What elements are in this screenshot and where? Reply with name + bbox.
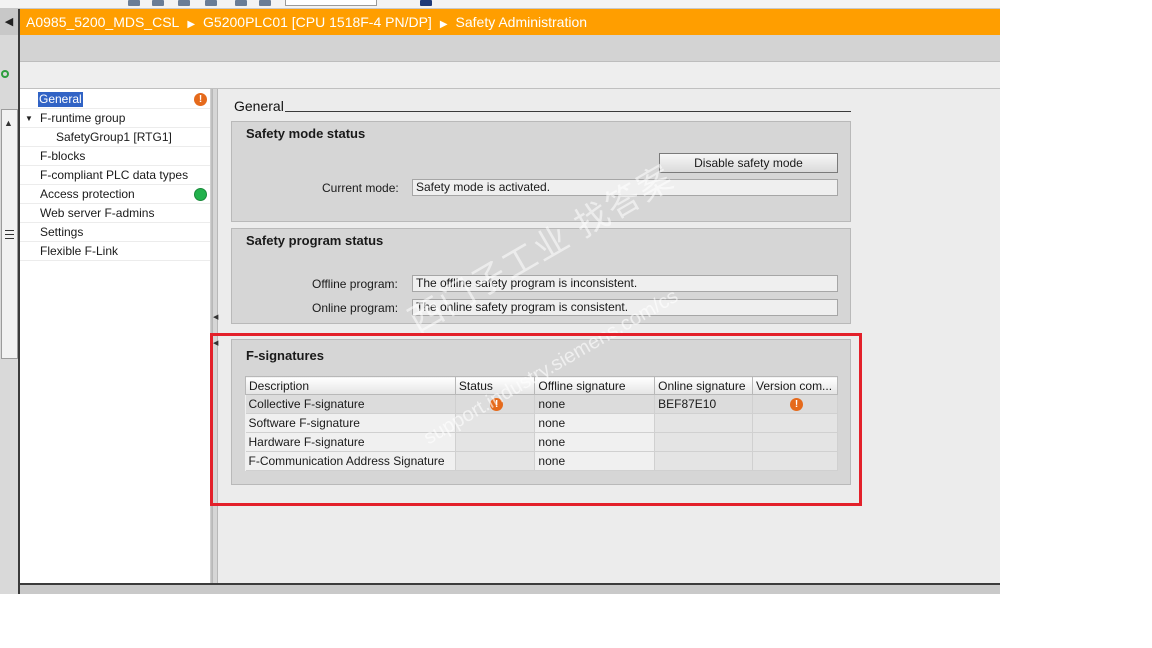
offline-program-field: The offline safety program is inconsiste… (412, 275, 838, 292)
safety-admin-navigation: General ! ▼ F-runtime group SafetyGroup1… (20, 89, 212, 583)
nav-item-label: Settings (40, 225, 84, 239)
nav-item-label: Flexible F-Link (40, 244, 119, 258)
group-title: F-signatures (246, 348, 325, 363)
breadcrumb-item-plc[interactable]: G5200PLC01 [CPU 1518F-4 PN/DP] (203, 14, 432, 30)
nav-item-settings[interactable]: Settings (20, 223, 210, 242)
cell-status (455, 432, 536, 452)
scroll-up-icon[interactable]: ▲ (4, 118, 13, 128)
toolbar-icon[interactable] (205, 0, 217, 6)
cell-version-compare (752, 451, 838, 471)
safety-admin-content: General Safety mode status Disable safet… (219, 89, 1000, 583)
safety-mode-status-group: Safety mode status Disable safety mode C… (231, 121, 851, 222)
table-row[interactable]: F-Communication Address Signature none (245, 451, 838, 471)
expand-arrow-icon[interactable]: ▼ (25, 109, 33, 128)
editor-toolbar (20, 62, 1000, 89)
nav-item-web-server-f-admins[interactable]: Web server F-admins (20, 204, 210, 223)
project-search-input[interactable] (285, 0, 377, 6)
panel-splitter[interactable]: ◀ ◀ (212, 89, 218, 583)
nav-item-label: Access protection (40, 187, 135, 201)
status-ok-icon (194, 188, 207, 201)
toolbar-icon[interactable] (259, 0, 271, 6)
project-tree-collapsed-bar: ◀ ▲ (0, 9, 20, 594)
group-title: Safety program status (246, 233, 384, 248)
cell-online-signature: BEF87E10 (654, 394, 754, 414)
project-tree-scrollbar[interactable]: ▲ (1, 109, 18, 359)
nav-item-general[interactable]: General ! (20, 90, 210, 109)
scroll-grip-icon[interactable] (5, 230, 14, 239)
warning-icon: ! (194, 93, 207, 106)
cell-version-compare: ! (752, 394, 838, 414)
page-title: General (234, 98, 284, 114)
online-program-field: The online safety program is consistent. (412, 299, 838, 316)
cell-offline-signature: none (534, 451, 656, 471)
cell-status (455, 413, 536, 433)
current-mode-field: Safety mode is activated. (412, 179, 838, 196)
nav-item-label: General (38, 92, 83, 107)
online-program-label: Online program: (312, 301, 399, 315)
collapse-arrow-icon[interactable]: ◀ (0, 9, 18, 35)
column-header-description[interactable]: Description (245, 376, 456, 395)
table-row[interactable]: Collective F-signature ! none BEF87E10 ! (245, 394, 838, 414)
cell-offline-signature: none (534, 432, 656, 452)
disable-safety-mode-button[interactable]: Disable safety mode (659, 153, 838, 173)
cell-version-compare (752, 432, 838, 452)
current-mode-label: Current mode: (322, 181, 399, 195)
nav-item-f-compliant-plc-data-types[interactable]: F-compliant PLC data types (20, 166, 210, 185)
nav-item-f-blocks[interactable]: F-blocks (20, 147, 210, 166)
cell-description: Hardware F-signature (245, 432, 456, 452)
f-signatures-group: F-signatures Description Status Offline … (231, 339, 851, 485)
column-header-version-compare[interactable]: Version com... (752, 376, 838, 395)
table-row[interactable]: Hardware F-signature none (245, 432, 838, 452)
heading-divider (285, 111, 851, 112)
cell-version-compare (752, 413, 838, 433)
cell-description: F-Communication Address Signature (245, 451, 456, 471)
nav-item-f-runtime-group[interactable]: ▼ F-runtime group (20, 109, 210, 128)
column-header-status[interactable]: Status (454, 376, 536, 395)
breadcrumb: A0985_5200_MDS_CSL ▶ G5200PLC01 [CPU 1518F… (20, 9, 1000, 35)
f-signatures-table: Description Status Offline signature Onl… (245, 376, 838, 471)
nav-item-label: SafetyGroup1 [RTG1] (56, 130, 172, 144)
cell-description: Software F-signature (245, 413, 456, 433)
status-column-divider (210, 89, 211, 583)
breadcrumb-item-safety-admin[interactable]: Safety Administration (456, 14, 588, 30)
cell-offline-signature: none (534, 413, 656, 433)
table-header-row: Description Status Offline signature Onl… (245, 376, 838, 395)
toolbar-icon[interactable] (420, 0, 432, 6)
splitter-arrow-icon[interactable]: ◀ (213, 313, 218, 321)
safety-program-status-group: Safety program status Offline program: T… (231, 228, 851, 324)
toolbar-icon[interactable] (178, 0, 190, 6)
status-bar (20, 583, 1000, 594)
nav-item-label: F-runtime group (40, 111, 126, 125)
refresh-icon[interactable] (0, 65, 10, 83)
nav-item-access-protection[interactable]: Access protection (20, 185, 210, 204)
offline-program-label: Offline program: (312, 277, 398, 291)
nav-item-label: F-compliant PLC data types (40, 168, 189, 182)
editor-tab-bar (20, 35, 1000, 62)
table-row[interactable]: Software F-signature none (245, 413, 838, 433)
toolbar-icon[interactable] (128, 0, 140, 6)
nav-item-label: F-blocks (40, 149, 86, 163)
cell-online-signature (654, 413, 754, 433)
column-header-online-signature[interactable]: Online signature (654, 376, 754, 395)
nav-item-safetygroup1[interactable]: SafetyGroup1 [RTG1] (20, 128, 210, 147)
column-header-offline-signature[interactable]: Offline signature (534, 376, 656, 395)
cell-description: Collective F-signature (245, 394, 456, 414)
cell-status (455, 451, 536, 471)
warning-icon: ! (790, 398, 804, 412)
toolbar-icon[interactable] (235, 0, 247, 6)
splitter-arrow-icon[interactable]: ◀ (213, 339, 218, 347)
top-toolbar-strip (0, 0, 1000, 9)
nav-item-flexible-f-link[interactable]: Flexible F-Link (20, 242, 210, 261)
cell-online-signature (654, 451, 754, 471)
tia-portal-window: ◀ ▲ A0985_5200_MDS_CSL ▶ G5200PLC01 [CPU 1… (0, 0, 1000, 594)
breadcrumb-item-project[interactable]: A0985_5200_MDS_CSL (26, 14, 179, 30)
cell-online-signature (654, 432, 754, 452)
warning-icon: ! (490, 398, 504, 412)
cell-status: ! (455, 394, 536, 414)
toolbar-icon[interactable] (152, 0, 164, 6)
group-title: Safety mode status (246, 126, 366, 141)
cell-offline-signature: none (534, 394, 656, 414)
nav-item-label: Web server F-admins (40, 206, 155, 220)
